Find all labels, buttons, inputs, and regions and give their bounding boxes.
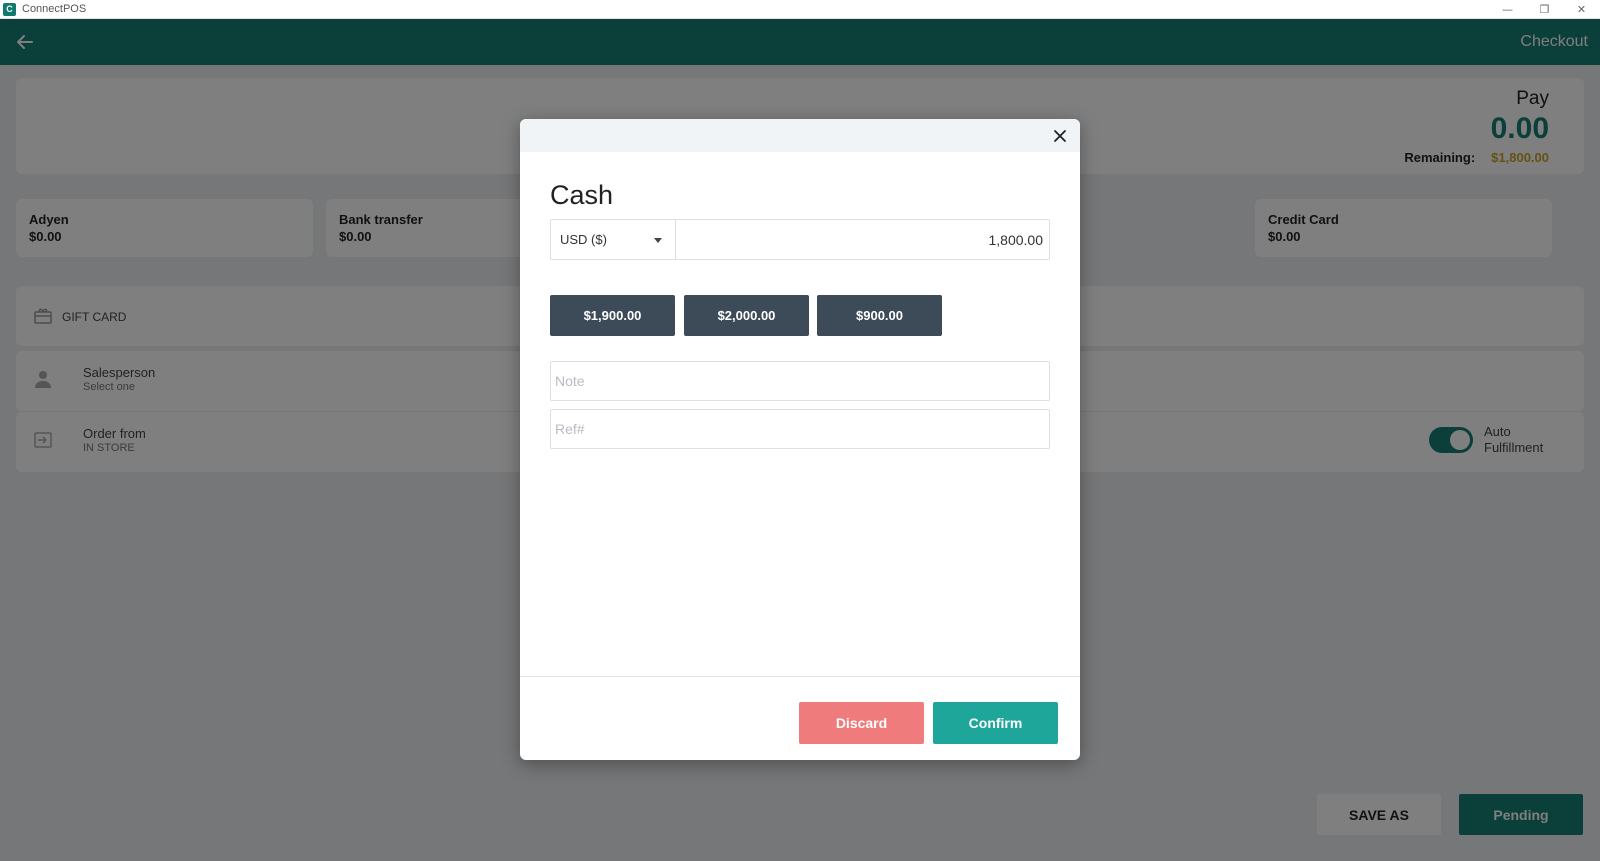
quick-amount-button[interactable]: $900.00 [817,295,942,336]
close-window-button[interactable]: ✕ [1563,0,1600,19]
minimize-window-button[interactable]: — [1489,0,1526,19]
discard-button[interactable]: Discard [799,702,924,744]
close-icon [1054,130,1066,142]
confirm-button[interactable]: Confirm [933,702,1058,744]
modal-divider [520,676,1080,677]
quick-amount-button[interactable]: $2,000.00 [684,295,809,336]
modal-title: Cash [550,180,614,210]
note-input[interactable] [550,361,1050,401]
maximize-window-button[interactable]: ❐ [1526,0,1563,19]
quick-amount-button[interactable]: $1,900.00 [550,295,675,336]
amount-input[interactable] [675,219,1050,260]
app-logo-icon: C [3,2,16,16]
modal-header [520,119,1080,152]
ref-input[interactable] [550,409,1050,449]
window-titlebar: C ConnectPOS — ❐ ✕ [0,0,1600,19]
app-name: ConnectPOS [22,3,87,15]
currency-value: USD ($) [560,232,607,247]
cash-payment-modal: Cash USD ($) $1,900.00 $2,000.00 $900.00… [520,119,1080,760]
caret-down-icon [654,238,662,243]
currency-select[interactable]: USD ($) [550,219,675,260]
window-controls: — ❐ ✕ [1489,0,1600,19]
close-modal-button[interactable] [1049,125,1071,147]
